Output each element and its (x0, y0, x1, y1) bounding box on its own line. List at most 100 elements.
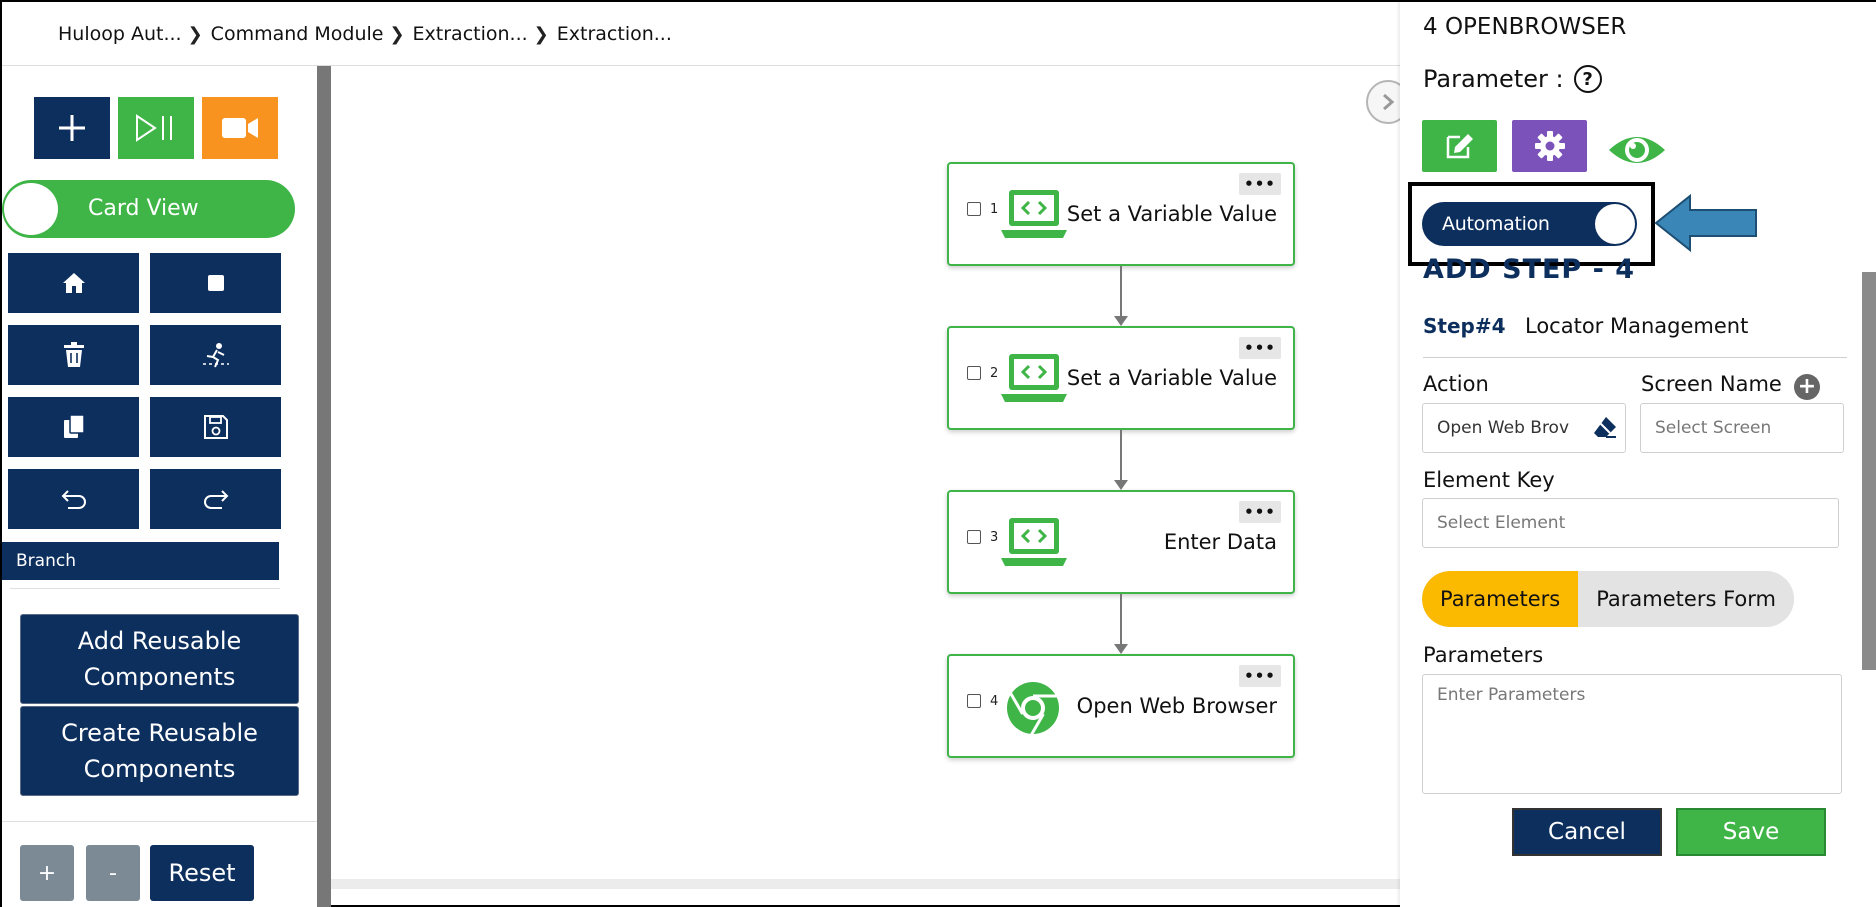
add-step-button[interactable] (34, 97, 110, 159)
undo-button[interactable] (8, 469, 139, 529)
callout-arrow-icon (1654, 193, 1757, 253)
parameters-label: Parameters (1423, 643, 1544, 667)
stop-icon (207, 275, 224, 291)
branch-button[interactable]: Branch (2, 542, 279, 580)
tab-parameters-form[interactable]: Parameters Form (1578, 571, 1794, 627)
connector-line (1120, 594, 1122, 644)
add-screen-icon[interactable]: + (1794, 374, 1820, 400)
toggle-knob (1595, 204, 1635, 244)
home-button[interactable] (8, 253, 139, 313)
arrow-down-icon (1114, 644, 1128, 654)
breadcrumb-item[interactable]: Command Module ❯ (211, 23, 413, 45)
action-label: Action (1423, 372, 1489, 396)
breadcrumb-label[interactable]: Huloop Aut... (58, 23, 182, 45)
chevron-right-icon: ❯ (533, 23, 549, 45)
panel-title: 4 OPENBROWSER (1423, 14, 1627, 40)
step-description: Locator Management (1525, 314, 1749, 338)
step-title: Enter Data (1163, 530, 1277, 554)
element-key-label: Element Key (1423, 468, 1555, 492)
divider (1423, 357, 1847, 358)
play-pause-icon (136, 114, 172, 142)
step-menu-button[interactable]: ••• (1239, 665, 1281, 687)
cancel-button[interactable]: Cancel (1512, 808, 1662, 856)
breadcrumb-item[interactable]: Extraction... ❯ (413, 23, 557, 45)
step-menu-button[interactable]: ••• (1239, 173, 1281, 195)
redo-button[interactable] (150, 469, 281, 529)
copy-icon (63, 414, 85, 438)
step-number-label: Step#4 (1423, 314, 1506, 338)
step-menu-button[interactable]: ••• (1239, 337, 1281, 359)
delete-button[interactable] (8, 325, 139, 385)
breadcrumb-item[interactable]: Extraction... (557, 23, 672, 45)
panel-scrollbar[interactable] (1862, 272, 1876, 670)
screen-select[interactable]: Select Screen (1640, 403, 1844, 453)
step-number: 3 (990, 530, 999, 545)
left-panel-scrollbar[interactable] (317, 66, 331, 907)
step-number: 4 (990, 694, 999, 709)
step-menu-button[interactable]: ••• (1239, 501, 1281, 523)
plus-icon (59, 115, 85, 141)
save-button[interactable]: Save (1676, 808, 1826, 856)
element-placeholder: Select Element (1437, 513, 1566, 533)
home-icon (62, 273, 85, 293)
arrow-down-icon (1114, 316, 1128, 326)
stop-button[interactable] (150, 253, 281, 313)
flow-step-card[interactable]: ••• 3 Enter Data (947, 490, 1295, 594)
eraser-icon[interactable] (1592, 414, 1618, 440)
code-laptop-icon (1001, 518, 1067, 566)
zoom-out-button[interactable]: - (86, 845, 140, 901)
run-button[interactable] (118, 97, 194, 159)
automation-toggle[interactable]: Automation (1422, 202, 1637, 246)
flow-step-card[interactable]: ••• 1 Set a Variable Value (947, 162, 1295, 266)
step-checkbox[interactable] (967, 530, 981, 544)
edit-icon (1446, 134, 1473, 159)
add-step-heading: ADD STEP - 4 (1423, 254, 1636, 285)
help-icon[interactable]: ? (1573, 65, 1602, 93)
chevron-right-icon: ❯ (187, 23, 203, 45)
automation-label: Automation (1442, 213, 1550, 235)
breadcrumb: Huloop Aut... ❯ Command Module ❯ Extractio… (58, 20, 672, 48)
gear-icon (1534, 131, 1565, 161)
card-view-toggle[interactable]: Card View (2, 180, 295, 238)
parameters-placeholder: Enter Parameters (1437, 685, 1586, 705)
chrome-icon (1007, 682, 1059, 736)
chevron-right-icon: ❯ (389, 23, 405, 45)
save-flow-button[interactable] (150, 397, 281, 457)
step-title: Open Web Browser (1076, 694, 1277, 718)
zoom-in-button[interactable]: + (20, 845, 74, 901)
eye-icon[interactable] (1607, 130, 1667, 170)
step-title: Set a Variable Value (1066, 202, 1277, 226)
reset-zoom-button[interactable]: Reset (150, 845, 254, 901)
chevron-right-icon (1383, 93, 1395, 111)
tab-parameters[interactable]: Parameters (1422, 571, 1579, 627)
parameter-label: Parameter : (1423, 65, 1564, 93)
connector-line (1120, 266, 1122, 316)
settings-button[interactable] (1512, 120, 1587, 172)
edit-button[interactable] (1422, 120, 1497, 172)
skip-step-button[interactable] (150, 325, 281, 385)
add-reusable-label: Add Reusable Components (77, 627, 242, 691)
canvas-horizontal-scrollbar[interactable] (331, 879, 1400, 889)
step-checkbox[interactable] (967, 202, 981, 216)
create-reusable-components-button[interactable]: Create Reusable Components (20, 706, 299, 796)
breadcrumb-label[interactable]: Extraction... (557, 23, 672, 45)
screen-name-label: Screen Name (1641, 372, 1782, 396)
breadcrumb-label[interactable]: Extraction... (413, 23, 528, 45)
breadcrumb-item[interactable]: Huloop Aut... ❯ (58, 23, 211, 45)
action-value: Open Web Brov (1437, 418, 1570, 438)
toggle-knob (4, 183, 58, 235)
screen-placeholder: Select Screen (1655, 418, 1772, 438)
copy-button[interactable] (8, 397, 139, 457)
record-button[interactable] (202, 97, 278, 159)
divider (2, 821, 317, 822)
step-checkbox[interactable] (967, 694, 981, 708)
breadcrumb-label[interactable]: Command Module (211, 23, 384, 45)
parameter-heading: Parameter : ? (1423, 65, 1602, 93)
flow-step-card[interactable]: ••• 4 Open Web Browser (947, 654, 1295, 758)
video-camera-icon (222, 118, 258, 138)
step-checkbox[interactable] (967, 366, 981, 380)
add-reusable-components-button[interactable]: Add Reusable Components (20, 614, 299, 704)
flow-step-card[interactable]: ••• 2 Set a Variable Value (947, 326, 1295, 430)
element-key-select[interactable]: Select Element (1422, 498, 1839, 548)
parameters-textarea[interactable]: Enter Parameters (1422, 674, 1842, 794)
